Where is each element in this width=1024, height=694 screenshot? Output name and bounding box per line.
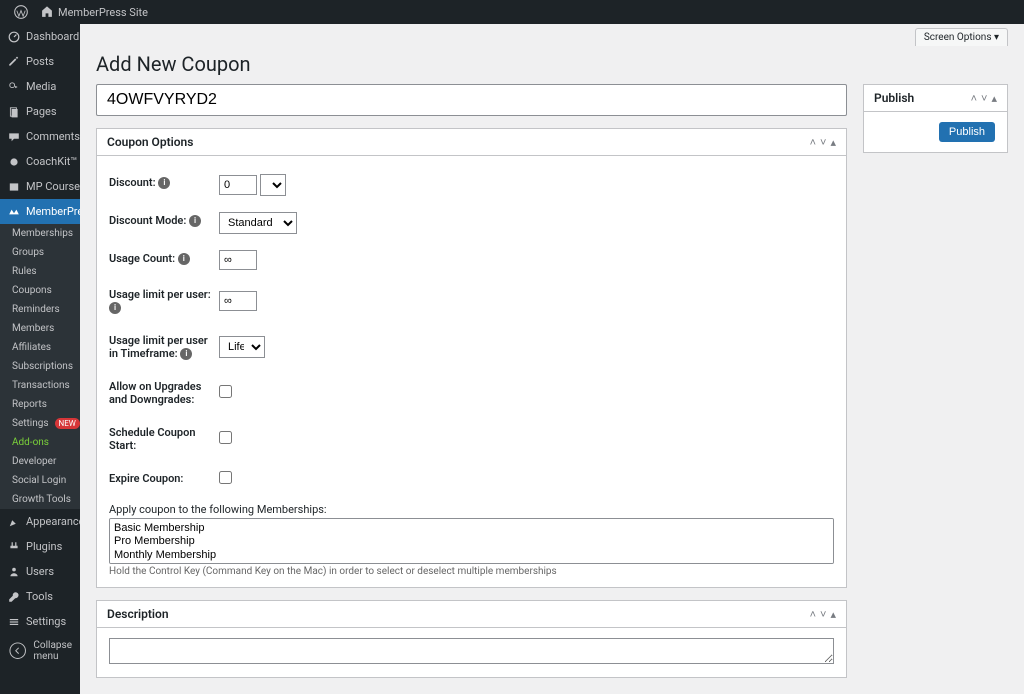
publish-title: Publish	[874, 91, 914, 105]
submenu-developer[interactable]: Developer	[0, 452, 80, 471]
schedule-start-label: Schedule Coupon Start:	[109, 416, 219, 462]
memberships-multiselect[interactable]: Basic Membership Pro Membership Monthly …	[109, 518, 834, 564]
usage-limit-user-input[interactable]	[219, 291, 257, 311]
submenu-subscriptions[interactable]: Subscriptions	[0, 357, 80, 376]
submenu-settings[interactable]: Settings NEW	[0, 414, 80, 433]
memberships-hint: Hold the Control Key (Command Key on the…	[109, 566, 834, 577]
new-badge: NEW	[55, 418, 80, 429]
wp-logo[interactable]	[8, 5, 34, 19]
timeframe-select[interactable]: Lifetime	[219, 336, 265, 358]
info-icon[interactable]: i	[109, 302, 121, 314]
info-icon[interactable]: i	[180, 348, 192, 360]
submenu-reports[interactable]: Reports	[0, 395, 80, 414]
expire-checkbox[interactable]	[219, 471, 232, 484]
menu-dashboard[interactable]: Dashboard	[0, 24, 80, 49]
panel-up-icon[interactable]: ˄	[810, 608, 816, 621]
description-title: Description	[107, 607, 169, 621]
menu-memberpress[interactable]: MemberPress›	[0, 199, 80, 224]
submenu-reminders[interactable]: Reminders	[0, 300, 80, 319]
collapse-menu[interactable]: Collapse menu	[0, 634, 80, 668]
discount-label: Discount: i	[109, 166, 219, 204]
submenu-rules[interactable]: Rules	[0, 262, 80, 281]
panel-up-icon[interactable]: ˄	[810, 136, 816, 149]
info-icon[interactable]: i	[189, 215, 201, 227]
usage-count-label: Usage Count: i	[109, 242, 219, 278]
publish-button[interactable]: Publish	[939, 122, 995, 142]
description-box: Description ˄ ˅ ▴	[96, 600, 847, 678]
menu-posts[interactable]: Posts	[0, 49, 80, 74]
menu-tools[interactable]: Tools	[0, 584, 80, 609]
submenu-social-login[interactable]: Social Login	[0, 471, 80, 490]
coupon-options-box: Coupon Options ˄ ˅ ▴ Discount: i	[96, 128, 847, 588]
expire-label: Expire Coupon:	[109, 462, 219, 495]
site-name-link[interactable]: MemberPress Site	[34, 5, 154, 19]
info-icon[interactable]: i	[158, 177, 170, 189]
screen-options-tab[interactable]: Screen Options ▾	[915, 28, 1008, 46]
allow-upgrades-checkbox[interactable]	[219, 385, 232, 398]
submenu-memberships[interactable]: Memberships	[0, 224, 80, 243]
panel-toggle-icon[interactable]: ▴	[830, 608, 836, 621]
info-icon[interactable]: i	[178, 253, 190, 265]
submenu-addons[interactable]: Add-ons	[0, 433, 80, 452]
panel-toggle-icon[interactable]: ▴	[991, 92, 997, 105]
menu-comments[interactable]: Comments	[0, 124, 80, 149]
allow-upgrades-label: Allow on Upgrades and Downgrades:	[109, 370, 219, 416]
coupon-code-input[interactable]	[96, 84, 847, 116]
submenu-coupons[interactable]: Coupons	[0, 281, 80, 300]
submenu-transactions[interactable]: Transactions	[0, 376, 80, 395]
panel-toggle-icon[interactable]: ▴	[830, 136, 836, 149]
coupon-options-title: Coupon Options	[107, 135, 193, 149]
timeframe-label: Usage limit per user in Timeframe: i	[109, 324, 219, 370]
menu-users[interactable]: Users	[0, 559, 80, 584]
menu-plugins[interactable]: Plugins	[0, 534, 80, 559]
publish-box: Publish ˄ ˅ ▴ Publish	[863, 84, 1008, 153]
description-textarea[interactable]	[109, 638, 834, 664]
admin-bar: MemberPress Site	[0, 0, 1024, 24]
panel-up-icon[interactable]: ˄	[971, 92, 977, 105]
main-content: Screen Options ▾ Add New Coupon Coupon O…	[80, 24, 1024, 694]
submenu-affiliates[interactable]: Affiliates	[0, 338, 80, 357]
discount-mode-label: Discount Mode: i	[109, 204, 219, 242]
menu-media[interactable]: Media	[0, 74, 80, 99]
menu-mp-courses[interactable]: MP Courses	[0, 174, 80, 199]
menu-pages[interactable]: Pages	[0, 99, 80, 124]
panel-down-icon[interactable]: ˅	[981, 92, 987, 105]
panel-down-icon[interactable]: ˅	[820, 136, 826, 149]
menu-settings[interactable]: Settings	[0, 609, 80, 634]
page-title: Add New Coupon	[96, 46, 1008, 84]
discount-unit-select[interactable]: %	[260, 174, 286, 196]
admin-sidebar: Dashboard Posts Media Pages Comments Coa…	[0, 24, 80, 694]
discount-mode-select[interactable]: Standard	[219, 212, 297, 234]
submenu-groups[interactable]: Groups	[0, 243, 80, 262]
submenu-members[interactable]: Members	[0, 319, 80, 338]
discount-amount-input[interactable]	[219, 175, 257, 195]
apply-memberships-label: Apply coupon to the following Membership…	[109, 503, 834, 516]
panel-down-icon[interactable]: ˅	[820, 608, 826, 621]
usage-count-input[interactable]	[219, 250, 257, 270]
menu-appearance[interactable]: Appearance	[0, 509, 80, 534]
submenu-growth-tools[interactable]: Growth Tools	[0, 490, 80, 509]
usage-limit-user-label: Usage limit per user: i	[109, 278, 219, 324]
schedule-start-checkbox[interactable]	[219, 431, 232, 444]
menu-coachkit[interactable]: CoachKit™	[0, 149, 80, 174]
